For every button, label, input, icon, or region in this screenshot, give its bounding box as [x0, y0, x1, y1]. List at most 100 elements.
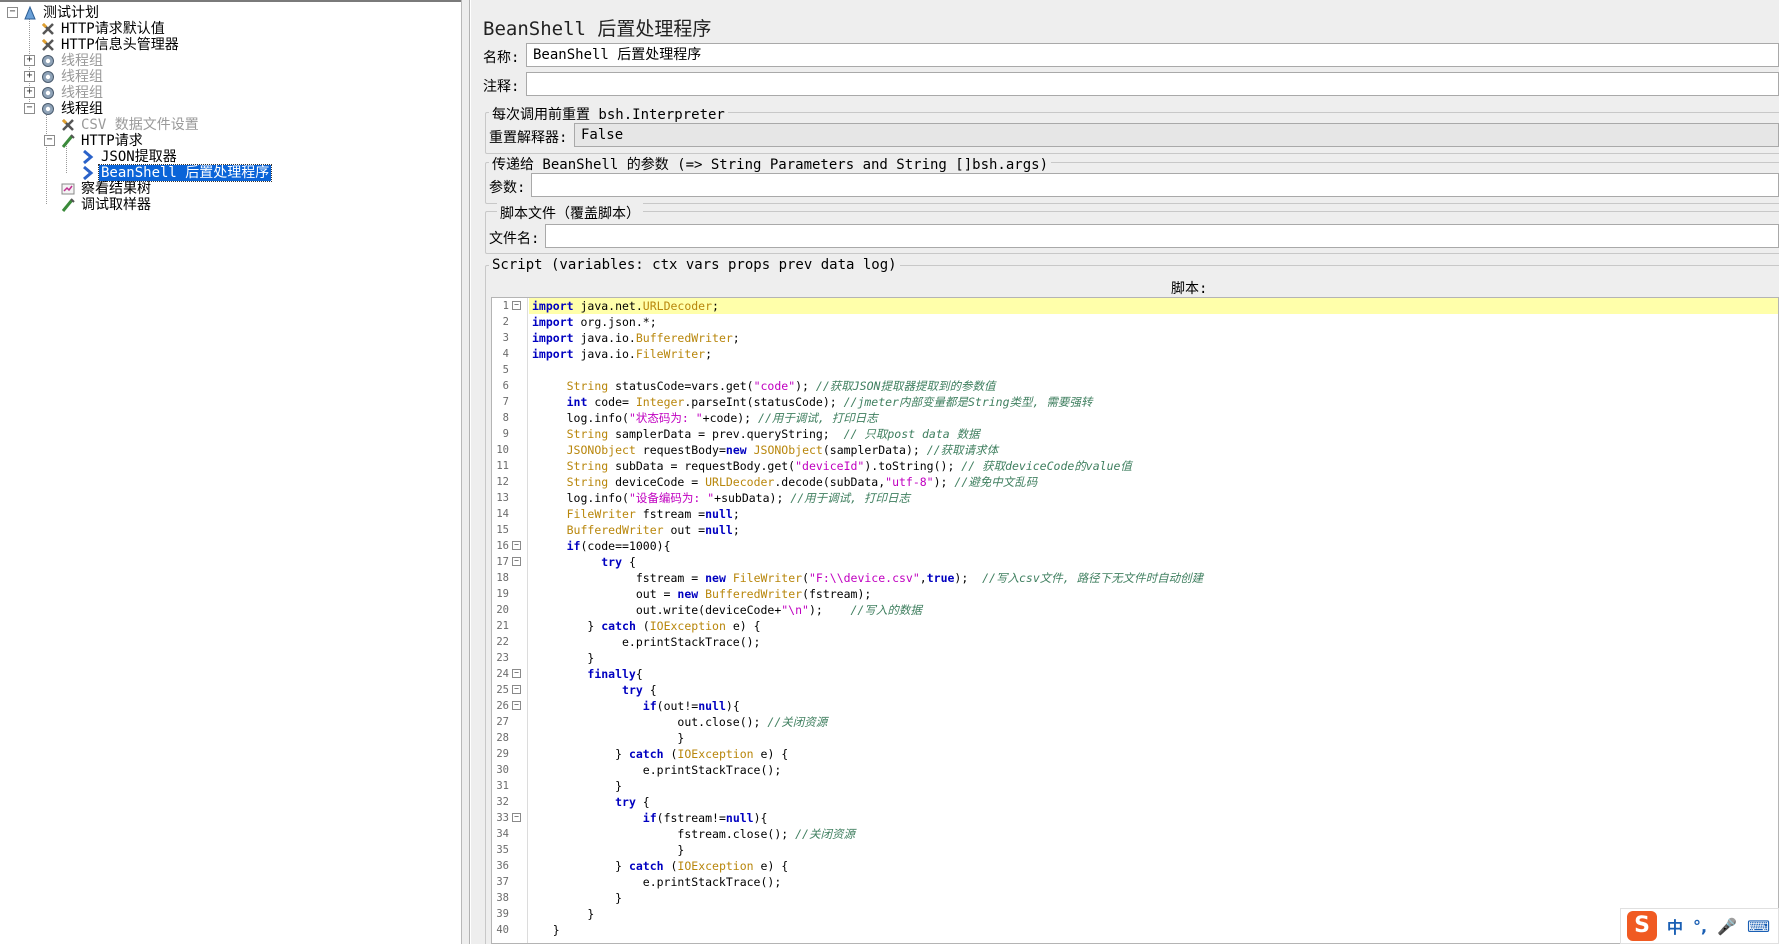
thread-group-icon — [40, 69, 58, 85]
line-number: 1 — [502, 300, 509, 312]
code-line: 1− import java.net.URLDecoder; — [492, 298, 1778, 314]
code-text: BufferedWriter out =null; — [566, 523, 740, 537]
line-number: 35 — [496, 844, 509, 856]
parameters-group-title: 传递给 BeanShell 的参数 (=> String Parameters … — [489, 154, 1052, 174]
code-line: 27 out.close(); //关闭资源 — [492, 714, 1778, 730]
code-line: 12 String deviceCode = URLDecoder.decode… — [492, 474, 1778, 490]
line-number: 21 — [496, 620, 509, 632]
fold-toggle-icon[interactable]: − — [512, 813, 521, 822]
script-group-title: Script (variables: ctx vars props prev d… — [489, 257, 900, 273]
line-number: 23 — [496, 652, 509, 664]
parameters-field[interactable] — [531, 173, 1779, 197]
code-text: import java.io.BufferedWriter; — [532, 331, 740, 345]
code-text: if(code==1000){ — [566, 539, 671, 553]
tree-node-label: BeanShell 后置处理程序 — [97, 164, 273, 182]
code-text: import java.net.URLDecoder; — [529, 298, 1778, 314]
line-number: 10 — [496, 444, 509, 456]
file-name-label: 文件名: — [489, 231, 540, 247]
file-name-field[interactable] — [545, 224, 1779, 248]
code-line: 32 try { — [492, 794, 1778, 810]
code-line: 25− try { — [492, 682, 1778, 698]
code-text: e.printStackTrace(); — [532, 875, 782, 889]
code-text: int code= Integer.parseInt(statusCode); … — [566, 395, 1093, 409]
ime-toolbar[interactable]: S 中 °, 🎤 ⌨ — [1620, 908, 1779, 944]
tree-node-label: JSON提取器 — [101, 149, 177, 165]
code-text: finally{ — [587, 667, 643, 681]
code-text: FileWriter fstream =null; — [566, 507, 740, 521]
script-code-editor[interactable]: 1− import java.net.URLDecoder; 2 import org… — [491, 297, 1779, 944]
code-line: 13 log.info("设备编码为: "+subData); //用于调试, … — [492, 490, 1778, 506]
name-field[interactable]: BeanShell 后置处理程序 — [526, 43, 1779, 67]
sampler-icon — [60, 133, 78, 149]
code-line: 31 } — [492, 778, 1778, 794]
code-text: out = new BufferedWriter(fstream); — [532, 587, 872, 601]
code-text: } — [532, 731, 685, 745]
line-number: 16 — [496, 540, 509, 552]
code-text: String subData = requestBody.get("device… — [566, 459, 1132, 473]
code-line: 35 } — [492, 842, 1778, 858]
line-number: 15 — [496, 524, 509, 536]
code-line: 23 } — [492, 650, 1778, 666]
line-number: 18 — [496, 572, 509, 584]
tree-node-label: HTTP信息头管理器 — [61, 37, 179, 53]
line-number: 38 — [496, 892, 509, 904]
fold-toggle-icon[interactable]: − — [512, 685, 521, 694]
fold-toggle-icon[interactable]: − — [512, 541, 521, 550]
expand-icon[interactable]: + — [24, 87, 35, 98]
code-text: out.close(); //关闭资源 — [532, 715, 828, 729]
keyboard-icon[interactable]: ⌨ — [1747, 917, 1770, 936]
code-line: 30 e.printStackTrace(); — [492, 762, 1778, 778]
line-number: 14 — [496, 508, 509, 520]
microphone-icon[interactable]: 🎤 — [1717, 917, 1737, 936]
tree-top-border — [0, 0, 461, 2]
line-number: 20 — [496, 604, 509, 616]
line-number: 22 — [496, 636, 509, 648]
line-number: 24 — [496, 668, 509, 680]
code-line: 2 import org.json.*; — [492, 314, 1778, 330]
code-line: 40 } — [492, 922, 1778, 938]
code-line: 39 } — [492, 906, 1778, 922]
fold-toggle-icon[interactable]: − — [512, 557, 521, 566]
line-number: 32 — [496, 796, 509, 808]
code-text: String statusCode=vars.get("code"); //获取… — [566, 379, 996, 393]
expand-icon[interactable]: + — [24, 55, 35, 66]
code-line: 19 out = new BufferedWriter(fstream); — [492, 586, 1778, 602]
code-text: import java.io.FileWriter; — [532, 347, 713, 361]
line-number: 11 — [496, 460, 509, 472]
line-number: 37 — [496, 876, 509, 888]
panel-splitter[interactable] — [462, 0, 470, 944]
reset-interpreter-label: 重置解释器: — [489, 130, 568, 146]
line-number: 29 — [496, 748, 509, 760]
line-number: 7 — [502, 396, 509, 408]
code-text: } — [532, 923, 560, 937]
expand-icon[interactable]: + — [24, 71, 35, 82]
code-line: 9 String samplerData = prev.queryString;… — [492, 426, 1778, 442]
post-processor-icon — [80, 165, 98, 181]
code-line: 15 BufferedWriter out =null; — [492, 522, 1778, 538]
ime-language-toggle[interactable]: 中 — [1667, 914, 1683, 938]
line-number: 36 — [496, 860, 509, 872]
test-plan-tree[interactable]: 测试计划 − HTTP请求默认值 HTTP信息头管理器 线程组 + 线程组 + 线程组 + 线程组 −… — [0, 0, 462, 944]
code-line: 6 String statusCode=vars.get("code"); //… — [492, 378, 1778, 394]
code-text: JSONObject requestBody=new JSONObject(sa… — [566, 443, 999, 457]
code-line: 5 — [492, 362, 1778, 378]
reset-interpreter-field[interactable]: False — [574, 123, 1779, 147]
fold-toggle-icon[interactable]: − — [512, 669, 521, 678]
comment-field[interactable] — [526, 72, 1779, 96]
tree-node-label: 测试计划 — [43, 5, 99, 21]
code-line: 18 fstream = new FileWriter("F:\\device.… — [492, 570, 1778, 586]
code-text: if(out!=null){ — [642, 699, 740, 713]
collapse-icon[interactable]: − — [44, 135, 55, 146]
ime-punctuation-toggle[interactable]: °, — [1693, 917, 1707, 936]
fold-toggle-icon[interactable]: − — [512, 301, 521, 310]
code-line: 37 e.printStackTrace(); — [492, 874, 1778, 890]
code-text: } — [532, 779, 623, 793]
sampler-icon — [60, 197, 78, 213]
collapse-icon[interactable]: − — [24, 103, 35, 114]
sogou-logo-icon[interactable]: S — [1627, 911, 1657, 941]
collapse-icon[interactable]: − — [7, 7, 18, 18]
fold-toggle-icon[interactable]: − — [512, 701, 521, 710]
code-line: 28 } — [492, 730, 1778, 746]
code-line: 29 } catch (IOException e) { — [492, 746, 1778, 762]
